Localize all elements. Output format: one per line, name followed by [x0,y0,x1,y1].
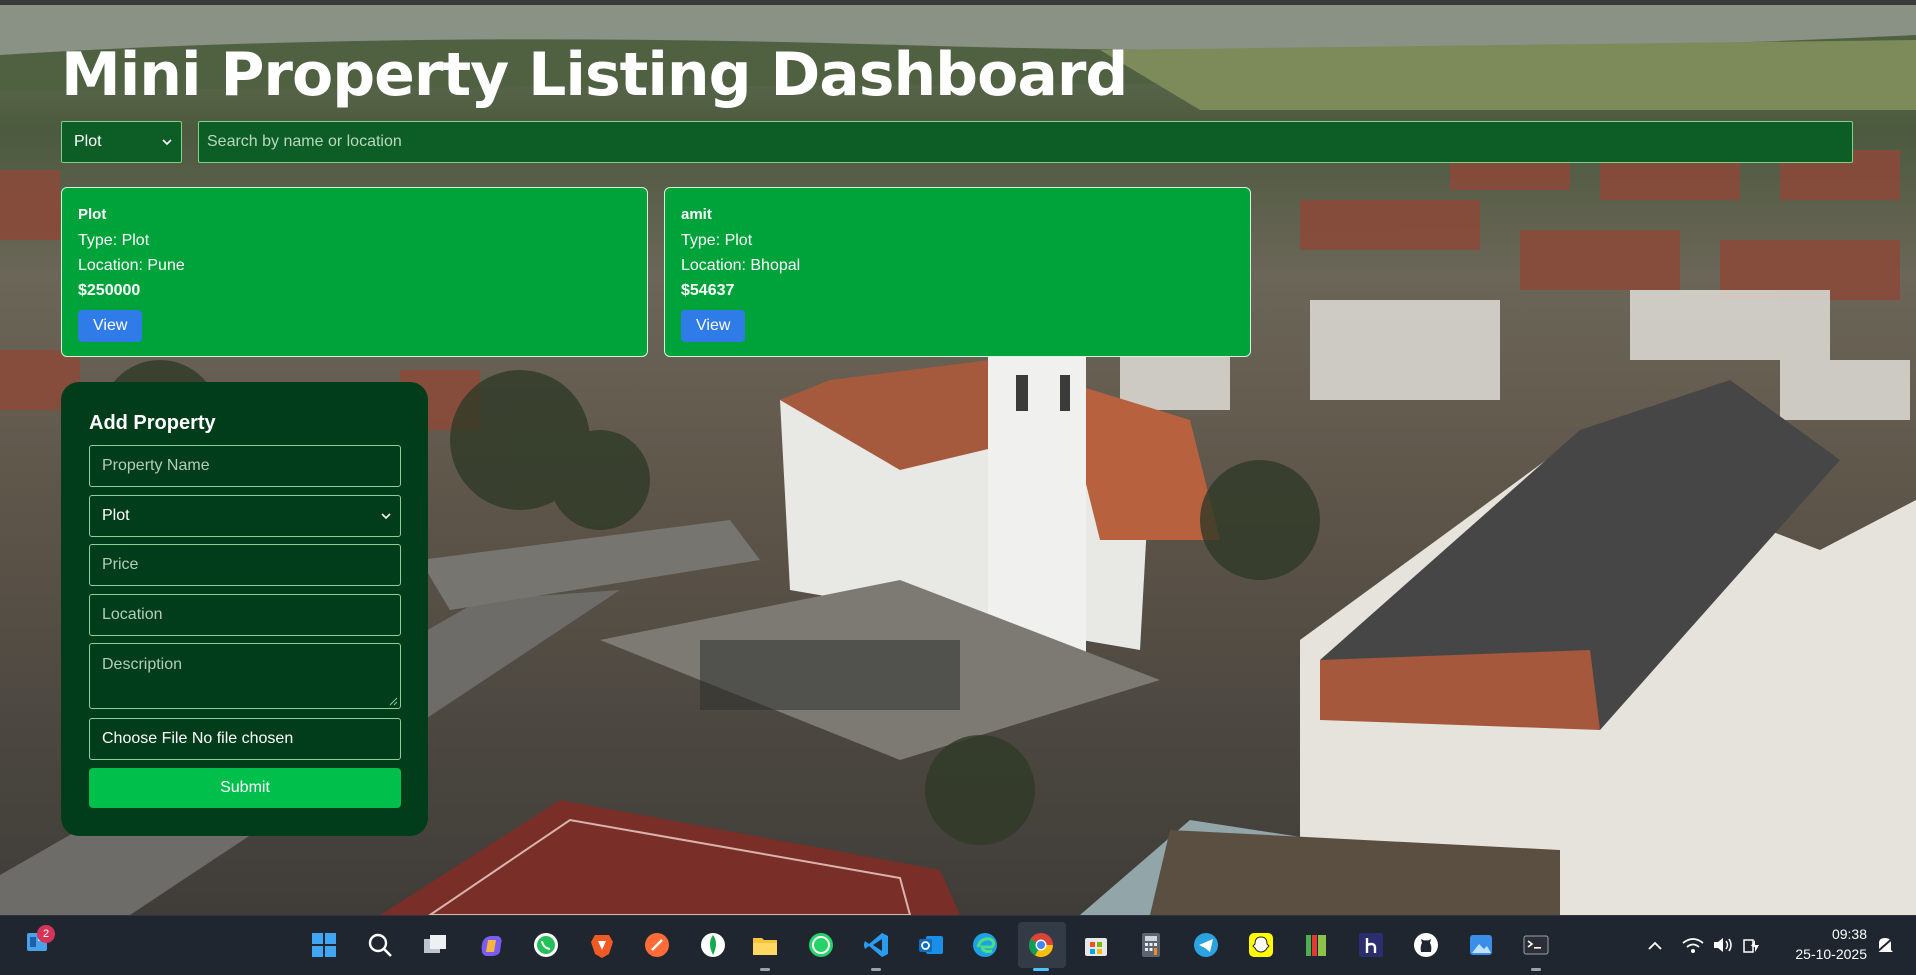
property-type: Type: Plot [78,232,150,249]
type-filter-value: Plot [74,133,102,150]
description-textarea[interactable]: Description [89,643,401,709]
filter-toolbar: Plot Search by name or location [61,121,1853,163]
windows-start-icon[interactable] [307,928,341,962]
whatsapp-desktop-icon[interactable] [804,928,838,962]
property-name-input[interactable]: Property Name [89,445,401,487]
property-type: Type: Plot [681,232,753,249]
battery-icon[interactable] [1741,930,1767,960]
property-type-select[interactable]: Plot [89,495,401,537]
brave-icon[interactable] [585,928,619,962]
terminal-icon[interactable] [1519,928,1553,971]
property-name: amit [681,206,712,223]
clock-time: 09:38 [1831,926,1867,942]
telegram-icon[interactable] [1189,928,1223,962]
view-button[interactable]: View [681,310,746,342]
chrome-icon[interactable] [1024,928,1058,971]
wifi-icon[interactable] [1681,930,1705,960]
location-input[interactable]: Location [89,594,401,636]
type-filter-select[interactable]: Plot [61,121,182,163]
property-location: Location: Pune [78,257,185,274]
notification-badge: 2 [37,925,55,943]
property-card: Plot Type: Plot Location: Pune $250000 V… [61,187,648,357]
property-location: Location: Bhopal [681,257,801,274]
submit-button[interactable]: Submit [89,768,401,808]
notifications-icon[interactable] [1873,930,1897,960]
page-title: Mini Property Listing Dashboard [61,40,1128,110]
property-card: amit Type: Plot Location: Bhopal $54637 … [664,187,1251,357]
whatsapp-icon[interactable] [529,928,563,962]
running-indicator [760,968,770,971]
property-dashboard: Mini Property Listing Dashboard Plot Sea… [0,0,1916,915]
show-hidden-icons[interactable] [1645,930,1665,960]
snapchat-icon[interactable] [1244,928,1278,962]
running-indicator [1531,968,1541,971]
add-property-form: Add Property Property Name Plot Price Lo… [61,382,428,836]
running-indicator [871,968,881,971]
property-price: $250000 [78,282,141,299]
postman-icon[interactable] [640,928,674,962]
chevron-up-icon [1648,941,1662,950]
view-button[interactable]: View [78,310,143,342]
location-placeholder: Location [102,606,163,623]
price-input[interactable]: Price [89,544,401,586]
windows-taskbar [0,915,1916,975]
photos-icon[interactable] [1464,928,1498,962]
form-title: Add Property [89,412,216,434]
microsoft-store-icon[interactable] [1079,928,1113,962]
property-type-value: Plot [102,507,130,524]
calculator-icon[interactable] [1134,928,1168,962]
search-input[interactable]: Search by name or location [198,121,1853,163]
copilot-icon[interactable] [474,928,508,962]
search-placeholder: Search by name or location [207,133,402,150]
clock-date: 25-10-2025 [1795,946,1867,962]
system-clock[interactable]: 09:38 25-10-2025 [1777,924,1867,964]
file-upload-input[interactable]: Choose File No file chosen [89,718,401,760]
active-indicator [1033,968,1049,971]
vscode-icon[interactable] [859,928,893,971]
description-placeholder: Description [102,656,183,673]
mongodb-icon[interactable] [696,928,730,962]
search-icon[interactable] [363,928,397,962]
file-explorer-icon[interactable] [748,928,782,971]
property-price: $54637 [681,282,735,299]
hashnode-icon[interactable] [1354,928,1388,962]
edge-icon[interactable] [968,928,1002,962]
outlook-icon[interactable] [914,928,948,962]
property-name-placeholder: Property Name [102,457,210,474]
task-view-icon[interactable] [418,928,452,962]
property-name: Plot [78,206,107,223]
file-upload-label: Choose File No file chosen [102,730,294,747]
chevron-down-icon [162,139,172,146]
resize-grip-icon[interactable] [389,697,398,706]
volume-icon[interactable] [1711,930,1735,960]
price-placeholder: Price [102,556,139,573]
chevron-down-icon [381,513,391,520]
library-icon[interactable] [1299,928,1333,962]
github-icon[interactable] [1409,928,1443,962]
